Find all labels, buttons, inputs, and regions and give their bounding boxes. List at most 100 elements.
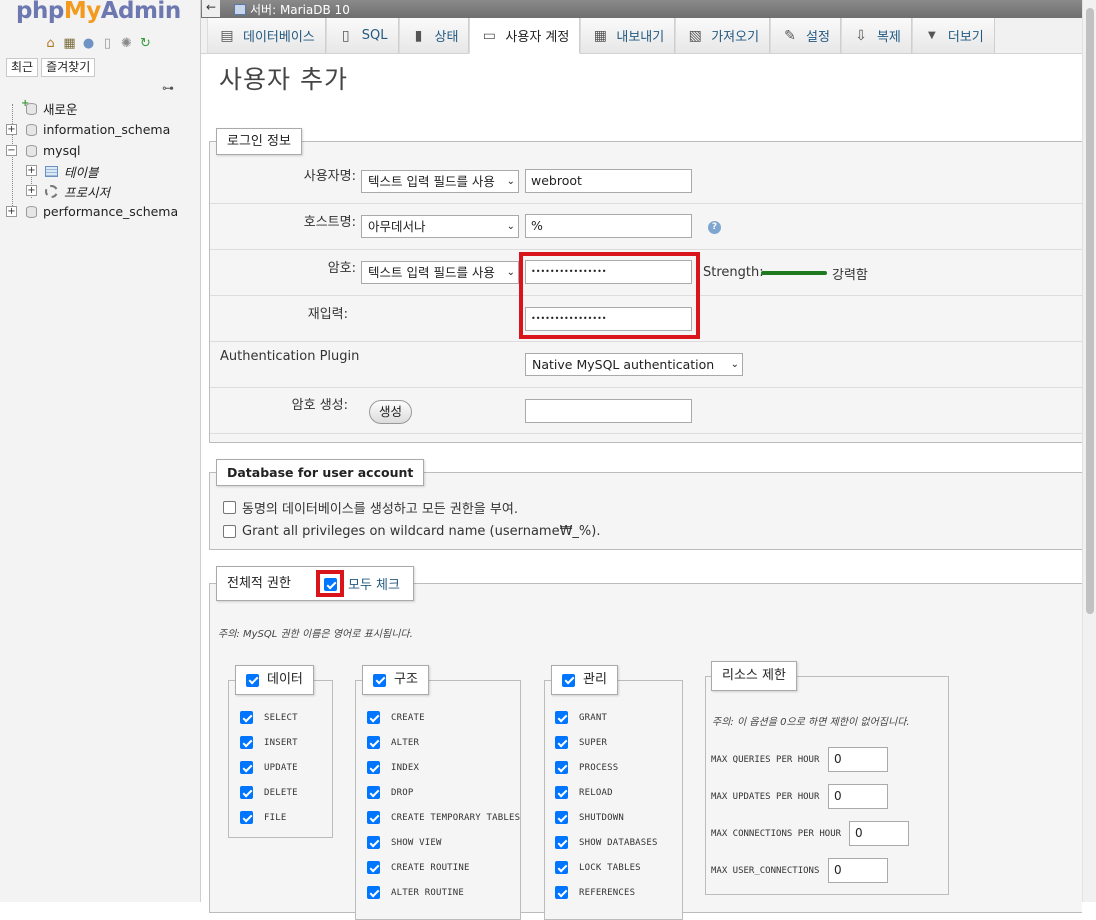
administration-group-checkbox[interactable] — [562, 673, 575, 687]
link-icon[interactable]: ⊶ — [162, 81, 174, 95]
recent-tab[interactable]: 최근 — [6, 58, 39, 77]
scrollbar-thumb[interactable] — [1086, 8, 1094, 614]
priv-alter-routine[interactable]: ALTER ROUTINE — [367, 886, 464, 899]
priv-checkbox[interactable] — [240, 786, 253, 799]
priv-checkbox[interactable] — [240, 736, 253, 749]
host-type-select[interactable]: 아무데서나 ⌄ — [361, 215, 519, 238]
priv-lock-tables[interactable]: LOCK TABLES — [555, 861, 641, 874]
priv-alter[interactable]: ALTER — [367, 736, 419, 749]
favorites-tab[interactable]: 즐겨찾기 — [41, 58, 96, 77]
priv-create-routine[interactable]: CREATE ROUTINE — [367, 861, 470, 874]
generate-button[interactable]: 생성 — [369, 400, 412, 424]
priv-checkbox[interactable] — [367, 836, 380, 849]
data-group-checkbox[interactable] — [246, 673, 259, 687]
data-group-legend[interactable]: 데이터 — [235, 665, 314, 695]
priv-checkbox[interactable] — [367, 736, 380, 749]
priv-create[interactable]: CREATE — [367, 711, 425, 724]
tab-import[interactable]: ▧ 가져오기 — [675, 18, 771, 53]
help-icon[interactable]: ? — [708, 221, 721, 234]
priv-insert[interactable]: INSERT — [240, 736, 298, 749]
max-queries-input[interactable]: 0 — [828, 747, 888, 772]
generated-password-input[interactable] — [525, 399, 692, 423]
back-arrow-icon[interactable]: ← — [202, 0, 220, 17]
expand-icon[interactable]: + — [26, 185, 37, 196]
tab-replication[interactable]: ⇩ 복제 — [840, 18, 912, 53]
priv-checkbox[interactable] — [367, 811, 380, 824]
priv-checkbox[interactable] — [555, 811, 568, 824]
priv-delete[interactable]: DELETE — [240, 786, 298, 799]
expand-icon[interactable]: + — [6, 124, 17, 135]
priv-checkbox[interactable] — [367, 861, 380, 874]
settings-icon[interactable]: ✺ — [118, 35, 135, 51]
priv-select[interactable]: SELECT — [240, 711, 298, 724]
reload-icon[interactable]: ↻ — [137, 35, 154, 51]
priv-checkbox[interactable] — [555, 836, 568, 849]
priv-checkbox[interactable] — [240, 811, 253, 824]
priv-drop[interactable]: DROP — [367, 786, 413, 799]
host-input[interactable]: % — [525, 214, 692, 238]
username-type-select[interactable]: 텍스트 입력 필드를 사용 ⌄ — [361, 170, 519, 193]
max-connections-input[interactable]: 0 — [849, 821, 909, 846]
priv-super[interactable]: SUPER — [555, 736, 607, 749]
priv-index[interactable]: INDEX — [367, 761, 419, 774]
priv-checkbox[interactable] — [555, 861, 568, 874]
tab-sql[interactable]: ▯ SQL — [325, 18, 399, 53]
help-icon[interactable]: ● — [80, 35, 97, 51]
priv-grant[interactable]: GRANT — [555, 711, 607, 724]
auth-plugin-select[interactable]: Native MySQL authentication ⌄ — [525, 353, 743, 376]
server-breadcrumb[interactable]: 서버: MariaDB 10 — [234, 1, 350, 18]
tab-settings[interactable]: ✎ 설정 — [770, 18, 841, 53]
tree-item-tables[interactable]: + 테이블 — [0, 161, 200, 181]
priv-checkbox[interactable] — [240, 711, 253, 724]
create-db-checkbox[interactable] — [223, 501, 236, 514]
tab-databases[interactable]: ▤ 데이터베이스 — [207, 18, 326, 53]
priv-checkbox[interactable] — [555, 711, 568, 724]
exit-icon[interactable]: ▦ — [61, 35, 78, 51]
docs-icon[interactable]: ▯ — [99, 35, 116, 51]
check-all-label[interactable]: 모두 체크 — [348, 574, 400, 593]
tree-item-new[interactable]: 새로운 — [0, 98, 200, 119]
priv-checkbox[interactable] — [240, 761, 253, 774]
priv-checkbox[interactable] — [367, 711, 380, 724]
priv-file[interactable]: FILE — [240, 811, 286, 824]
wildcard-option[interactable]: Grant all privileges on wildcard name (u… — [223, 524, 600, 539]
expand-icon[interactable]: + — [6, 206, 17, 217]
tree-item-information-schema[interactable]: + information_schema — [0, 119, 200, 140]
phpmyadmin-logo[interactable]: phpMyAdmin — [16, 0, 181, 24]
priv-references[interactable]: REFERENCES — [555, 886, 635, 899]
structure-group-checkbox[interactable] — [373, 673, 386, 687]
tab-status[interactable]: ▮ 상태 — [398, 18, 470, 53]
home-icon[interactable]: ⌂ — [42, 35, 59, 51]
create-db-option[interactable]: 동명의 데이터베이스를 생성하고 모든 권한을 부여. — [223, 498, 518, 517]
expand-icon[interactable]: + — [26, 165, 37, 176]
tab-export[interactable]: ▦ 내보내기 — [580, 18, 676, 53]
priv-reload[interactable]: RELOAD — [555, 786, 613, 799]
max-updates-input[interactable]: 0 — [828, 784, 888, 809]
tree-item-performance-schema[interactable]: + performance_schema — [0, 201, 200, 222]
tab-more[interactable]: ▼ 더보기 — [911, 18, 995, 53]
vertical-scrollbar[interactable] — [1082, 0, 1096, 902]
priv-checkbox[interactable] — [555, 736, 568, 749]
check-all-checkbox[interactable] — [324, 578, 337, 591]
priv-create-temporary-tables[interactable]: CREATE TEMPORARY TABLES — [367, 811, 520, 824]
structure-group-legend[interactable]: 구조 — [362, 665, 429, 695]
max-user-connections-input[interactable]: 0 — [828, 858, 888, 883]
tab-user-accounts[interactable]: ▭ 사용자 계정 — [469, 18, 581, 54]
priv-update[interactable]: UPDATE — [240, 761, 298, 774]
priv-show-view[interactable]: SHOW VIEW — [367, 836, 442, 849]
priv-checkbox[interactable] — [367, 786, 380, 799]
priv-checkbox[interactable] — [555, 761, 568, 774]
priv-show-databases[interactable]: SHOW DATABASES — [555, 836, 658, 849]
password-type-select[interactable]: 텍스트 입력 필드를 사용 ⌄ — [361, 261, 519, 284]
priv-checkbox[interactable] — [367, 761, 380, 774]
username-input[interactable]: webroot — [525, 169, 692, 193]
tree-item-mysql[interactable]: − mysql — [0, 140, 200, 161]
priv-shutdown[interactable]: SHUTDOWN — [555, 811, 624, 824]
wildcard-checkbox[interactable] — [223, 525, 236, 538]
priv-process[interactable]: PROCESS — [555, 761, 618, 774]
priv-checkbox[interactable] — [367, 886, 380, 899]
collapse-icon[interactable]: − — [6, 145, 17, 156]
tree-item-procedures[interactable]: + 프로시저 — [0, 181, 200, 201]
priv-checkbox[interactable] — [555, 786, 568, 799]
administration-group-legend[interactable]: 관리 — [551, 665, 618, 695]
